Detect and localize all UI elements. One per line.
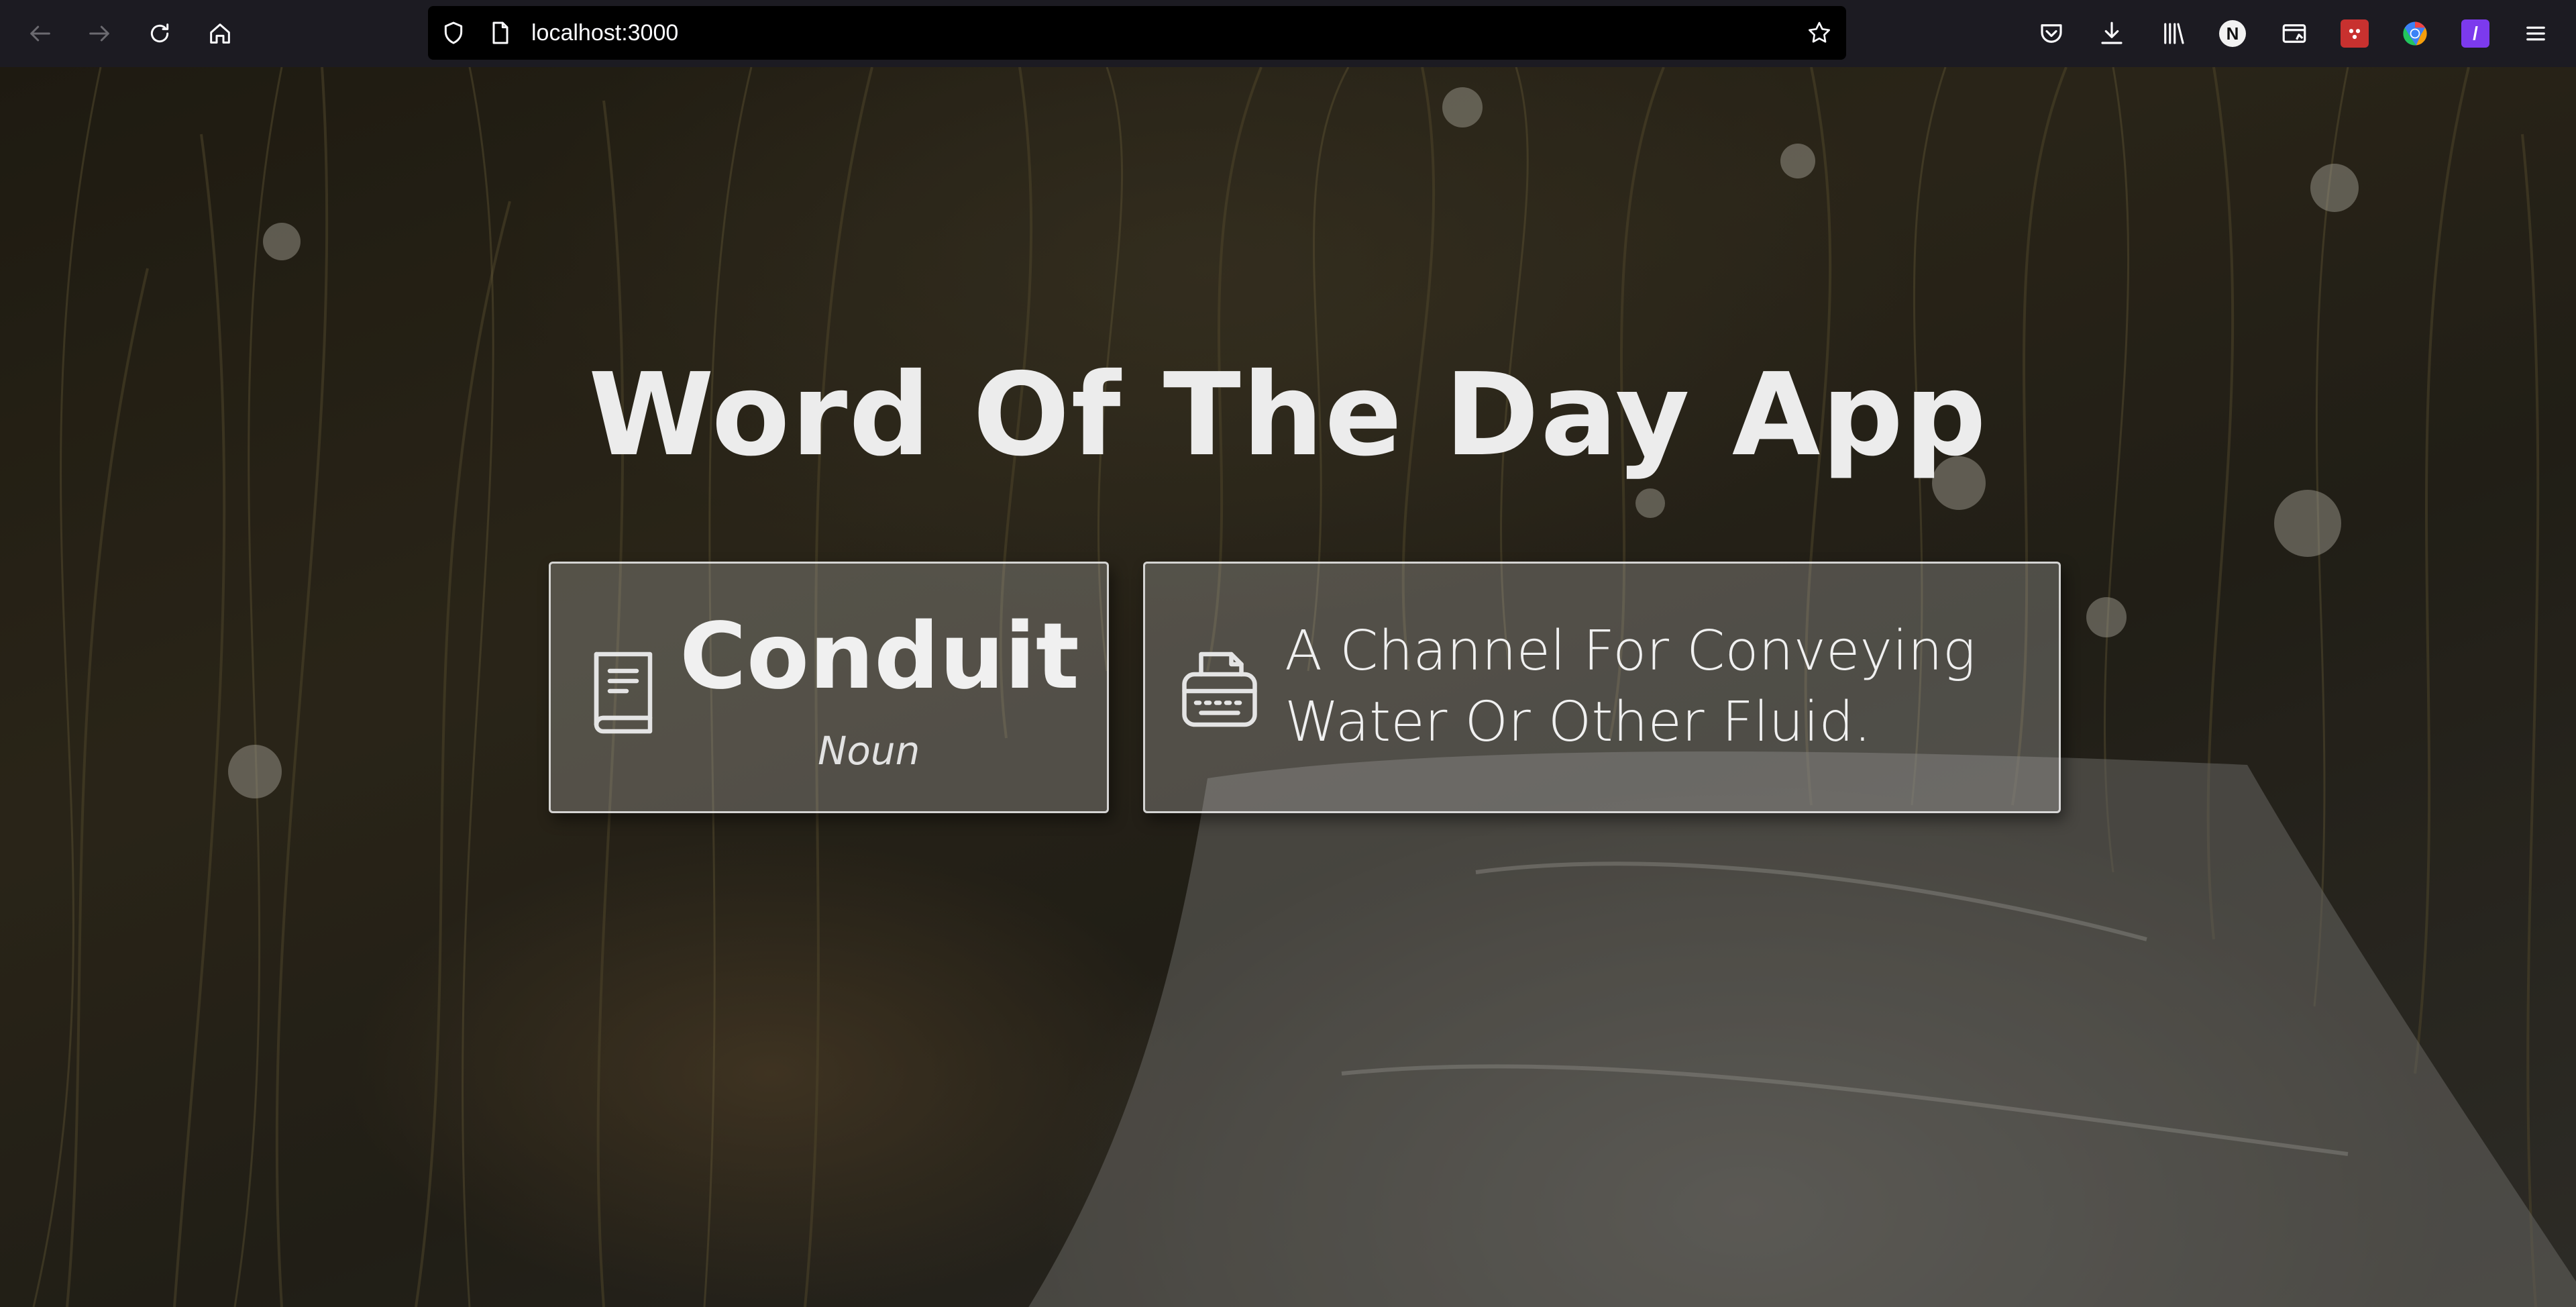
shield-icon[interactable] xyxy=(440,19,467,46)
url-text[interactable]: localhost:3000 xyxy=(531,6,678,60)
definition: A Channel For Conveying Water Or Other F… xyxy=(1285,619,1976,754)
page-icon[interactable] xyxy=(487,19,514,46)
red-extension-badge xyxy=(2341,19,2369,48)
home-icon[interactable] xyxy=(201,15,239,52)
part-of-speech: Noun xyxy=(818,728,920,774)
browser-toolbar: localhost:3000 N / xyxy=(0,0,2576,67)
forward-arrow-icon[interactable] xyxy=(80,15,118,52)
typewriter-icon xyxy=(1182,651,1257,727)
book-icon xyxy=(594,651,653,734)
definition-card: A Channel For Conveying Water Or Other F… xyxy=(1143,562,2061,813)
reader-extension-icon[interactable] xyxy=(2277,16,2312,51)
page-viewport: Word Of The Day App Conduit Noun A Chann… xyxy=(0,67,2576,1307)
red-extension-icon[interactable] xyxy=(2337,16,2372,51)
extension-n-icon[interactable]: N xyxy=(2215,16,2250,51)
reload-icon[interactable] xyxy=(141,15,178,52)
library-icon[interactable] xyxy=(2156,16,2191,51)
bookmark-star-icon[interactable] xyxy=(1806,19,1833,46)
purple-extension-label: / xyxy=(2461,19,2489,48)
word-card: Conduit Noun xyxy=(549,562,1109,813)
purple-extension-icon[interactable]: / xyxy=(2458,16,2493,51)
pocket-icon[interactable] xyxy=(2034,16,2069,51)
word: Conduit xyxy=(680,604,1079,710)
chrome-like-extension-icon[interactable] xyxy=(2398,16,2432,51)
back-arrow-icon[interactable] xyxy=(21,15,59,52)
downloads-icon[interactable] xyxy=(2094,16,2129,51)
hamburger-menu-icon[interactable] xyxy=(2518,16,2553,51)
page-title: Word Of The Day App xyxy=(588,349,1988,482)
url-bar[interactable]: localhost:3000 xyxy=(428,6,1846,60)
extension-n-label: N xyxy=(2219,20,2246,47)
red-extension-glyph xyxy=(2349,29,2361,40)
